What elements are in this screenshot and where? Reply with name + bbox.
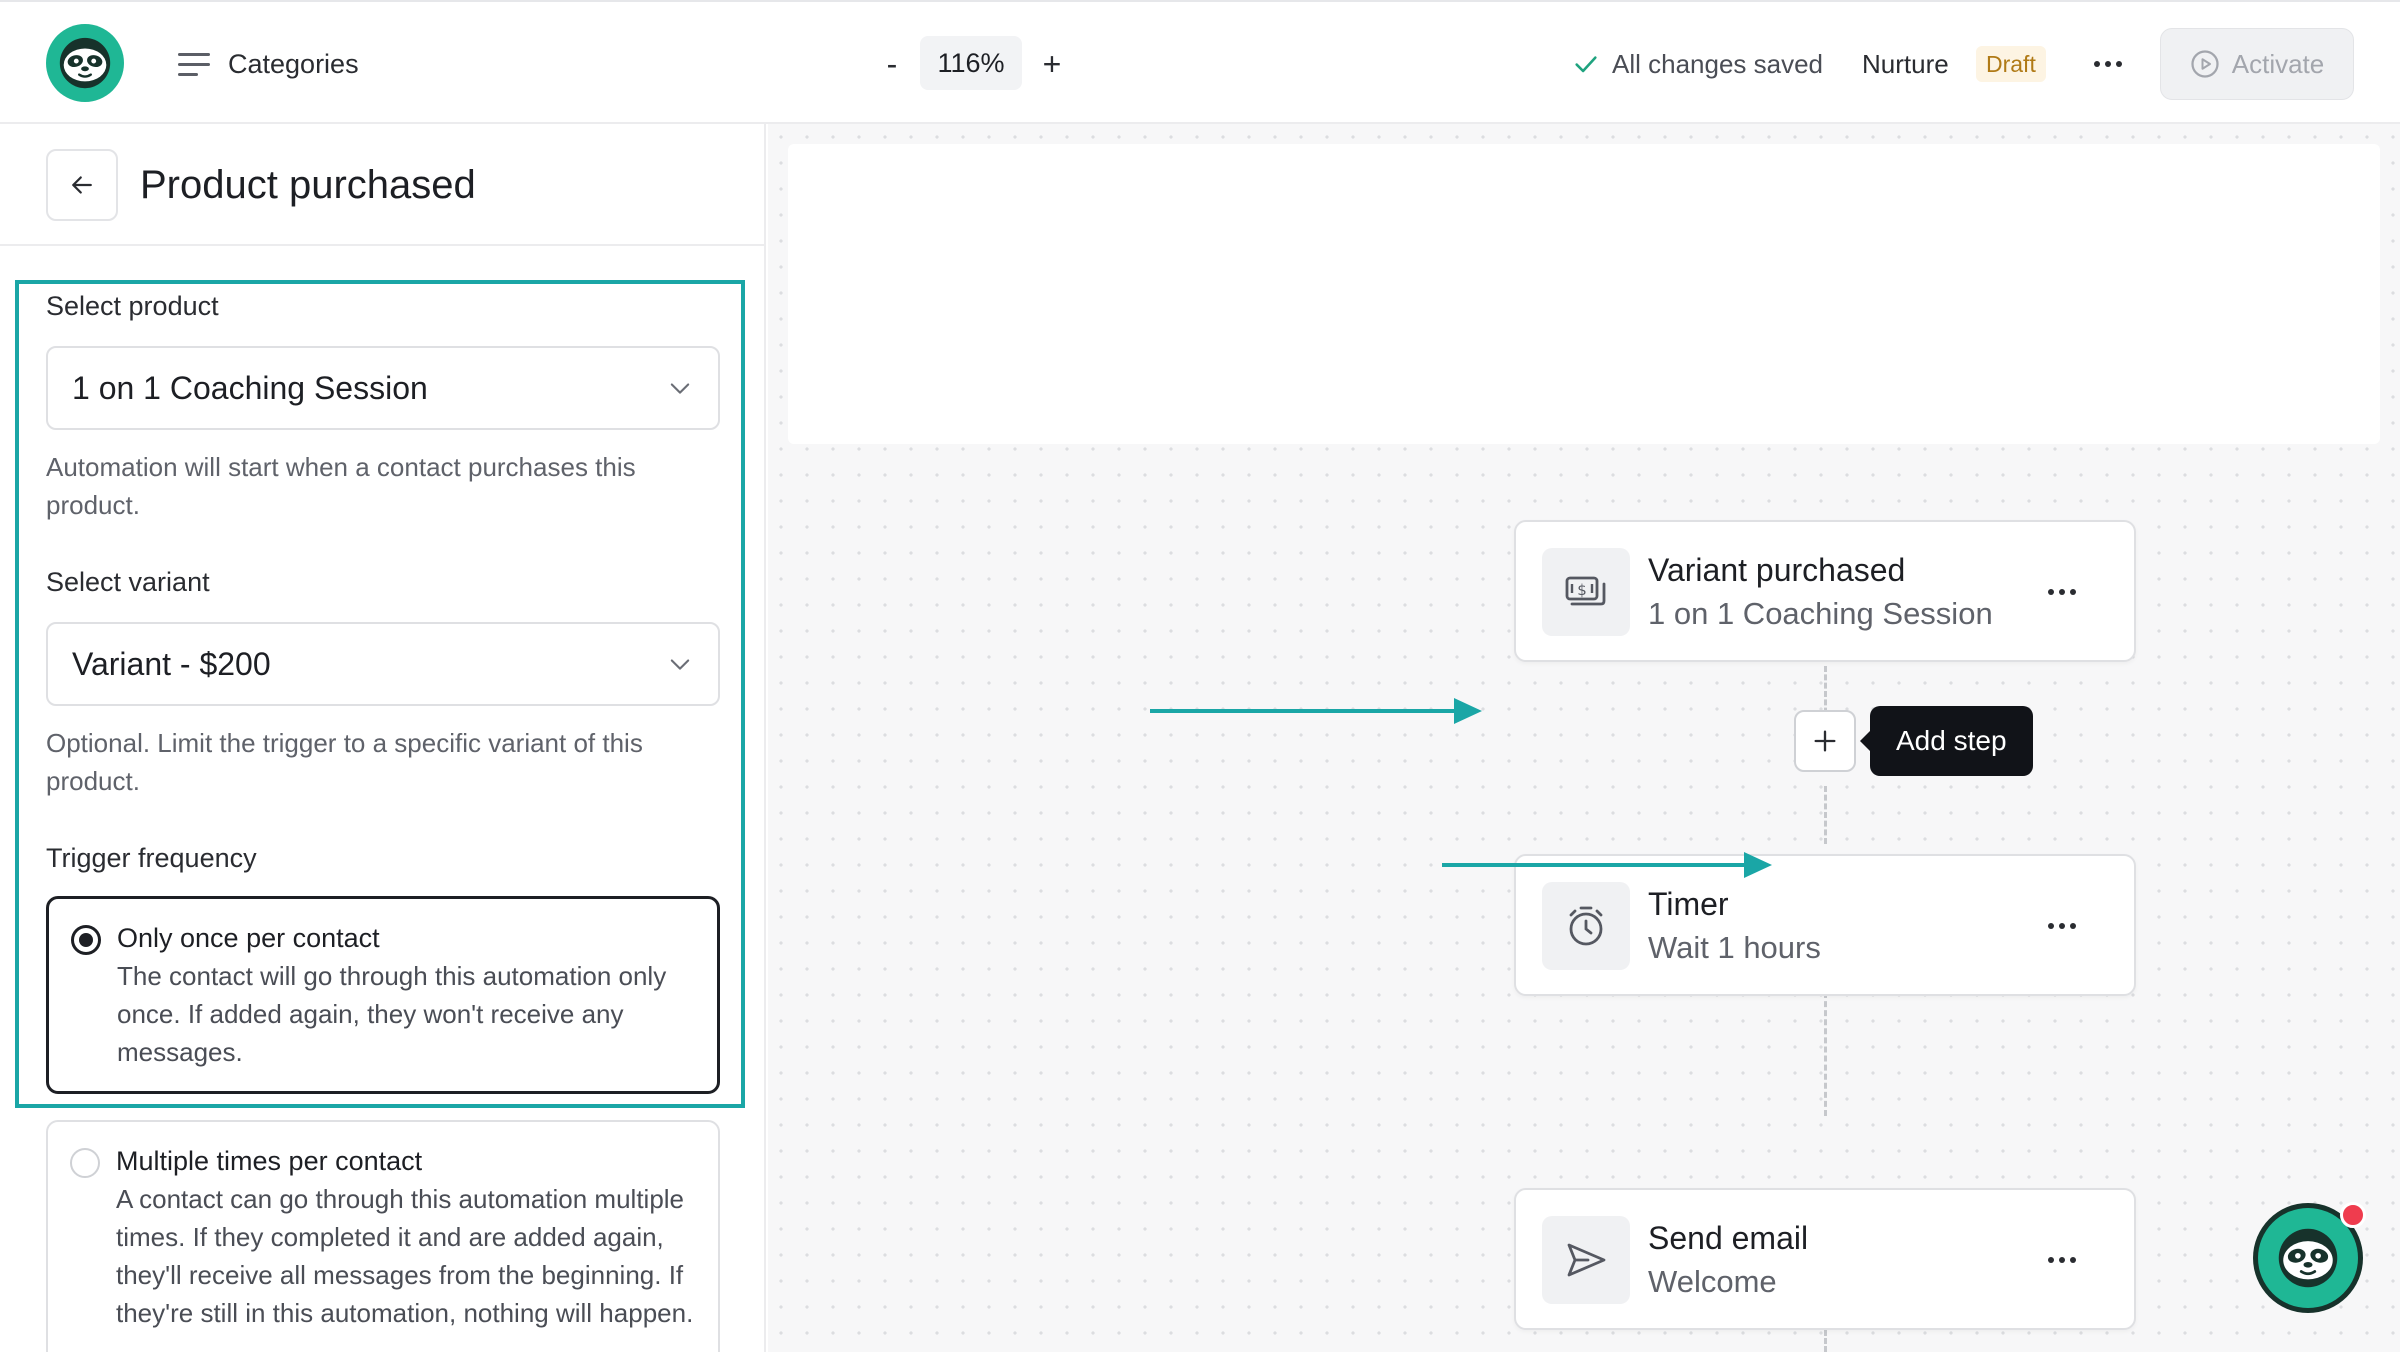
panel-header: Product purchased <box>0 124 764 246</box>
activate-button[interactable]: Activate <box>2160 28 2354 100</box>
radio-selected[interactable] <box>71 925 101 955</box>
connector-line <box>1824 1330 1827 1352</box>
menu-icon <box>178 51 210 77</box>
workflow-canvas[interactable]: $ Variant purchased 1 on 1 Coaching Sess… <box>768 124 2400 1352</box>
play-circle-icon <box>2191 50 2219 78</box>
option-description: The contact will go through this automat… <box>117 961 667 1067</box>
arrow-left-icon <box>72 176 92 194</box>
select-product-label: Select product <box>46 291 219 321</box>
chevron-down-icon <box>670 659 690 670</box>
top-bar: Categories - 116% + All changes saved Nu… <box>0 0 2400 124</box>
automation-name[interactable]: Nurture <box>1862 44 1949 84</box>
product-select[interactable]: 1 on 1 Coaching Session <box>46 346 720 430</box>
product-help-text: Automation will start when a contact pur… <box>46 452 636 520</box>
add-step-tooltip: Add step <box>1860 706 2033 776</box>
node-subtitle: 1 on 1 Coaching Session <box>1648 596 1993 631</box>
more-icon <box>2094 61 2100 67</box>
svg-text:$: $ <box>1577 581 1587 599</box>
variant-select[interactable]: Variant - $200 <box>46 622 720 706</box>
select-variant-label: Select variant <box>46 567 210 597</box>
categories-label: Categories <box>228 48 359 79</box>
app-logo[interactable] <box>46 24 124 102</box>
variant-select-value: Variant - $200 <box>72 645 271 682</box>
workflow-node-email[interactable]: Send email Welcome <box>1514 1188 2136 1330</box>
node-title: Send email <box>1648 1220 1809 1256</box>
annotation-arrow-icon <box>1150 698 1482 724</box>
trigger-frequency-label: Trigger frequency <box>46 843 257 873</box>
save-status-text: All changes saved <box>1612 48 1824 79</box>
frequency-option-multiple[interactable]: Multiple times per contact A contact can… <box>46 1120 720 1352</box>
option-title: Multiple times per contact <box>116 1146 423 1176</box>
chevron-down-icon <box>670 383 690 394</box>
money-icon: $ <box>1542 548 1630 636</box>
add-step-button[interactable] <box>1794 710 1856 772</box>
more-options-button[interactable] <box>2090 44 2126 84</box>
canvas-top-area <box>788 144 2380 444</box>
node-subtitle: Welcome <box>1648 1264 1777 1299</box>
check-icon <box>1575 56 1597 73</box>
more-icon <box>2048 589 2054 595</box>
categories-button[interactable]: Categories <box>178 44 359 84</box>
node-title: Variant purchased <box>1648 552 1906 588</box>
notification-badge <box>2340 1202 2366 1228</box>
trigger-settings-panel: Product purchased Select product 1 on 1 … <box>0 124 766 1352</box>
more-icon <box>2048 1257 2054 1263</box>
frequency-option-once[interactable]: Only once per contact The contact will g… <box>46 896 720 1094</box>
status-badge: Draft <box>1976 46 2046 82</box>
node-more-button[interactable] <box>2044 574 2080 610</box>
product-select-value: 1 on 1 Coaching Session <box>72 369 428 406</box>
annotation-arrow-icon <box>1442 852 1772 878</box>
zoom-in-button[interactable]: + <box>1032 42 1072 86</box>
option-description: A contact can go through this automation… <box>116 1184 694 1328</box>
save-status: All changes saved <box>1572 44 1823 84</box>
more-icon <box>2048 923 2054 929</box>
panel-title: Product purchased <box>140 163 476 207</box>
option-title: Only once per contact <box>117 923 380 953</box>
zoom-level[interactable]: 116% <box>920 36 1022 90</box>
activate-label: Activate <box>2231 48 2325 79</box>
send-icon <box>1542 1216 1630 1304</box>
node-more-button[interactable] <box>2044 908 2080 944</box>
node-more-button[interactable] <box>2044 1242 2080 1278</box>
stopwatch-icon <box>1542 882 1630 970</box>
variant-help-text: Optional. Limit the trigger to a specifi… <box>46 728 643 796</box>
connector-line <box>1824 786 1827 844</box>
plus-icon <box>1814 730 1836 752</box>
sloth-logo-icon <box>59 37 111 89</box>
connector-line <box>1824 992 1827 1116</box>
node-subtitle: Wait 1 hours <box>1648 930 1821 965</box>
zoom-out-button[interactable]: - <box>872 42 912 86</box>
back-button[interactable] <box>46 149 118 221</box>
workflow-node-trigger[interactable]: $ Variant purchased 1 on 1 Coaching Sess… <box>1514 520 2136 662</box>
sloth-chat-icon <box>2278 1228 2338 1288</box>
radio-unselected[interactable] <box>70 1148 100 1178</box>
